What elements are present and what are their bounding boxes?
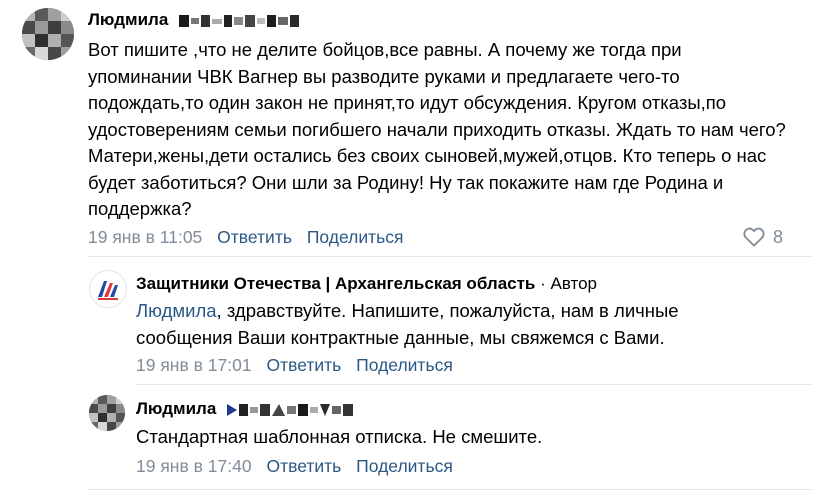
comment-meta: 19 янв в 17:40 Ответить Поделиться xyxy=(136,455,463,477)
comment-text: Людмила, здравствуйте. Напишите, пожалуй… xyxy=(136,298,776,351)
reply-button[interactable]: Ответить xyxy=(266,355,341,375)
comment-meta: 19 янв в 17:01 Ответить Поделиться xyxy=(136,354,463,376)
org-author-name-text: Защитники Отечества | Архангельская обла… xyxy=(136,274,536,293)
author-name[interactable]: Людмила xyxy=(88,10,300,30)
author-name-text: Людмила xyxy=(136,399,217,418)
share-button[interactable]: Поделиться xyxy=(356,456,453,476)
reply-button[interactable]: Ответить xyxy=(266,456,341,476)
comment-text-body: , здравствуйте. Напишите, пожалуйста, на… xyxy=(136,300,679,348)
author-name-text: Людмила xyxy=(88,10,169,29)
avatar-ludmila[interactable] xyxy=(89,395,125,431)
like-button[interactable]: 8 xyxy=(743,226,783,248)
org-avatar[interactable] xyxy=(89,270,127,308)
org-author-name[interactable]: Защитники Отечества | Архангельская обла… xyxy=(136,274,597,294)
heart-outline-icon xyxy=(743,227,765,247)
author-name[interactable]: Людмила xyxy=(136,399,354,419)
like-count: 8 xyxy=(772,227,783,247)
share-button[interactable]: Поделиться xyxy=(307,227,404,247)
comment-text: Стандартная шаблонная отписка. Не смешит… xyxy=(136,426,543,447)
divider xyxy=(88,489,813,490)
author-badge: · Автор xyxy=(535,274,597,293)
reply-button[interactable]: Ответить xyxy=(217,227,292,247)
pixelated-avatar-icon xyxy=(89,395,125,431)
censored-surname-icon xyxy=(179,14,300,27)
share-button[interactable]: Поделиться xyxy=(356,355,453,375)
divider xyxy=(136,384,813,385)
comment-time[interactable]: 19 янв в 17:40 xyxy=(136,456,252,476)
comment-text: Вот пишите ,что не делите бойцов,все рав… xyxy=(88,39,786,219)
mention-link[interactable]: Людмила xyxy=(136,300,217,321)
divider xyxy=(88,256,813,257)
pixelated-avatar-icon xyxy=(22,8,74,60)
avatar-ludmila[interactable] xyxy=(22,8,74,60)
defenders-fund-logo-icon xyxy=(98,281,118,300)
comment-meta: 19 янв в 11:05 Ответить Поделиться xyxy=(88,226,413,248)
censored-surname-icon xyxy=(227,403,354,416)
comment-time[interactable]: 19 янв в 17:01 xyxy=(136,355,252,375)
comment-time[interactable]: 19 янв в 11:05 xyxy=(88,227,202,247)
